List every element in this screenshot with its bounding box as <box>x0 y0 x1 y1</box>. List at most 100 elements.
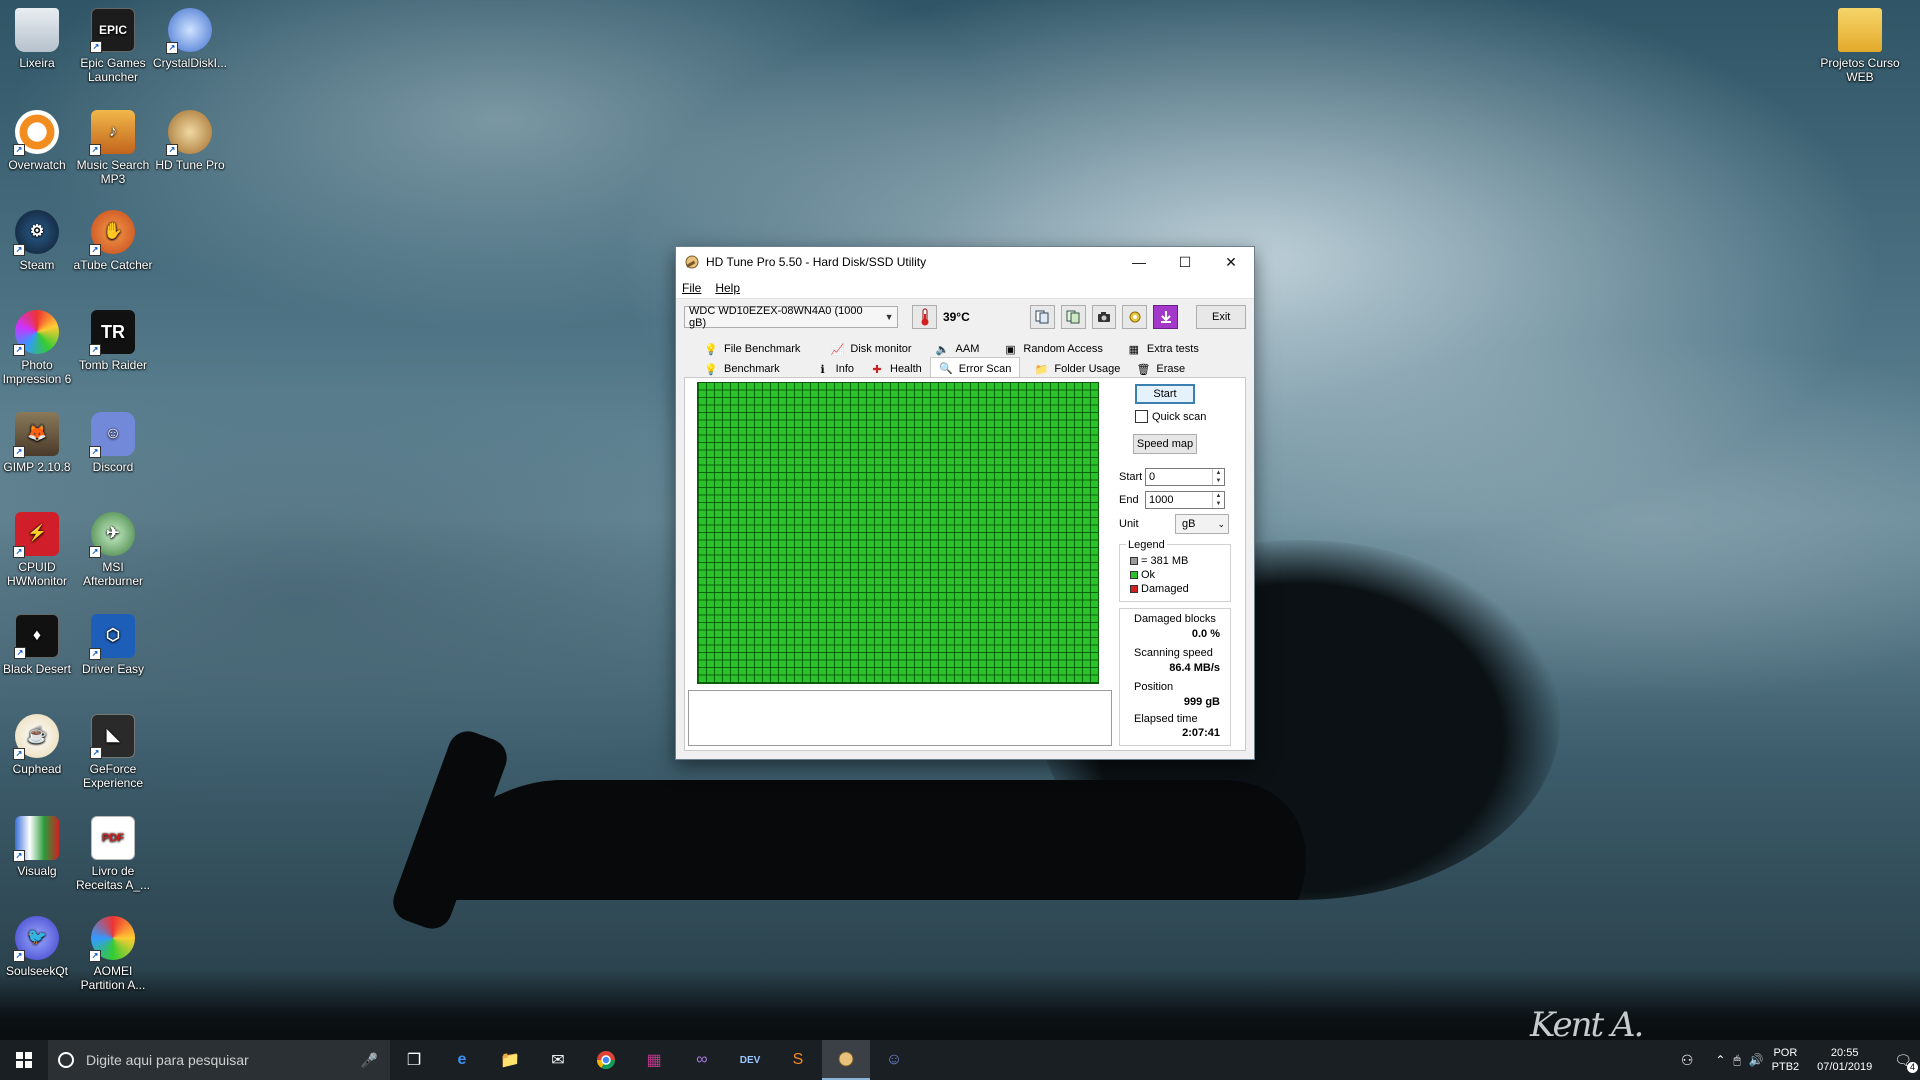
tab-label: Erase <box>1156 363 1186 375</box>
quick-scan-option[interactable]: Quick scan <box>1135 410 1206 423</box>
desktop-icon-crystaldisk[interactable]: ↗ CrystalDiskI... <box>150 8 230 70</box>
file-explorer-icon[interactable]: 📁 <box>486 1040 534 1080</box>
quick-scan-checkbox[interactable] <box>1135 410 1148 423</box>
tab-disk-monitor[interactable]: 📈 Disk monitor <box>822 339 919 359</box>
options-icon[interactable] <box>1122 305 1148 329</box>
input-language[interactable]: POR PTB2 <box>1772 1046 1800 1074</box>
sublime-text-icon[interactable]: S <box>774 1040 822 1080</box>
desktop-icon-livro[interactable]: PDF Livro de Receitas A_... <box>73 816 153 892</box>
chrome-icon[interactable] <box>582 1040 630 1080</box>
unit-select[interactable]: gB ⌄ <box>1175 514 1229 534</box>
desktop-icon-aomei[interactable]: ↗ AOMEI Partition A... <box>73 916 153 992</box>
taskbar: Digite aqui para pesquisar 🎤 ❐ e 📁 ✉ ▦ ∞… <box>0 1040 1920 1080</box>
tab-random-access[interactable]: ▣ Random Access <box>995 339 1110 359</box>
position-label: Position <box>1134 681 1174 693</box>
maximize-button[interactable]: ☐ <box>1162 247 1208 277</box>
desktop-icon-driver-easy[interactable]: ⬡ ↗ Driver Easy <box>73 614 153 676</box>
tab-label: Benchmark <box>724 363 780 375</box>
tab-file-benchmark[interactable]: 💡 File Benchmark <box>696 339 808 359</box>
file-benchmark-icon: 💡 <box>704 343 718 356</box>
scan-log-box[interactable] <box>688 690 1112 746</box>
desktop-icon-label: Overwatch <box>8 158 66 172</box>
desktop-icon-projetos[interactable]: Projetos Curso WEB <box>1820 8 1900 84</box>
desktop-icon-hdtune[interactable]: ↗ HD Tune Pro <box>150 110 230 172</box>
clock[interactable]: 20:55 07/01/2019 <box>1817 1046 1872 1074</box>
people-icon[interactable]: ⚇ <box>1681 1052 1694 1069</box>
desktop-icon-lixeira[interactable]: Lixeira <box>0 8 77 70</box>
discord-icon: ☺ ↗ <box>89 412 135 458</box>
chevron-up-icon[interactable]: ⌃ <box>1715 1053 1725 1067</box>
task-view-icon[interactable]: ❐ <box>390 1040 438 1080</box>
exit-button[interactable]: Exit <box>1196 305 1247 329</box>
spin-arrows-icon[interactable]: ▲ ▼ <box>1212 469 1224 485</box>
visual-studio-icon[interactable]: ∞ <box>678 1040 726 1080</box>
network-icon[interactable]: 🖱 <box>1733 1053 1740 1068</box>
spin-arrows-icon[interactable]: ▲ ▼ <box>1212 492 1224 508</box>
copy-all-button[interactable] <box>1060 305 1086 329</box>
steam-icon: ⚙ ↗ <box>13 210 59 256</box>
tab-label: Folder Usage <box>1054 363 1121 375</box>
desktop-icon-gimp[interactable]: 🦊 ↗ GIMP 2.10.8 <box>0 412 77 474</box>
menu-file[interactable]: File <box>682 281 701 295</box>
desktop-icon-cuphead[interactable]: ☕ ↗ Cuphead <box>0 714 77 776</box>
mail-icon[interactable]: ✉ <box>534 1040 582 1080</box>
tab-error-scan[interactable]: 🔍 Error Scan <box>929 357 1021 379</box>
winrar-icon[interactable]: ▦ <box>630 1040 678 1080</box>
tab-extra-tests[interactable]: ▦ Extra tests <box>1119 339 1207 359</box>
folder-usage-icon: 📁 <box>1034 363 1049 376</box>
start-windows-icon[interactable] <box>0 1040 48 1080</box>
desktop-icon-afterburner[interactable]: ✈ ↗ MSI Afterburner <box>73 512 153 588</box>
desktop-icon-hwmonitor[interactable]: ⚡ ↗ CPUID HWMonitor <box>0 512 77 588</box>
save-download-icon[interactable] <box>1153 305 1179 329</box>
dev-cpp-icon[interactable]: DEV <box>726 1040 774 1080</box>
desktop-icon-soulseek[interactable]: 🐦 ↗ SoulseekQt <box>0 916 77 978</box>
action-center-icon[interactable]: 🗨 4 <box>1894 1052 1918 1073</box>
visualg-icon: ↗ <box>13 816 59 862</box>
screenshot-camera-icon[interactable] <box>1091 305 1117 329</box>
discord-taskbar-icon[interactable]: ☺ <box>870 1040 918 1080</box>
desktop-icon-discord[interactable]: ☺ ↗ Discord <box>73 412 153 474</box>
tab-erase[interactable]: 🗑 Erase <box>1128 359 1193 379</box>
desktop-icon-label: MSI Afterburner <box>82 560 144 588</box>
volume-icon[interactable]: 🔊 <box>1749 1053 1764 1067</box>
desktop-icon-epic[interactable]: EPIC ↗ Epic Games Launcher <box>73 8 153 84</box>
system-tray: ⚇ ⌃ 🖱 🔊 POR PTB2 20:55 07/01/2019 🗨 4 <box>1681 1046 1920 1074</box>
photo-impression-icon: ↗ <box>13 310 59 356</box>
desktop-icon-label: aTube Catcher <box>73 258 153 272</box>
start-scan-button[interactable]: Start <box>1135 384 1195 404</box>
desktop-icon-black-desert[interactable]: ♦ ↗ Black Desert <box>0 614 77 676</box>
tab-folder-usage[interactable]: 📁 Folder Usage <box>1026 359 1128 379</box>
desktop-icon-visualg[interactable]: ↗ Visualg <box>0 816 77 878</box>
clock-time: 20:55 <box>1830 1047 1859 1059</box>
menu-help[interactable]: Help <box>715 281 740 295</box>
ime-layout: PTB2 <box>1771 1061 1800 1073</box>
desktop-icon-tomb-raider[interactable]: TR ↗ Tomb Raider <box>73 310 153 372</box>
hd-tune-taskbar-icon[interactable] <box>822 1040 870 1080</box>
desktop-icon-steam[interactable]: ⚙ ↗ Steam <box>0 210 77 272</box>
start-field-row: Start 0 ▲ ▼ <box>1119 468 1225 486</box>
tab-label: Disk monitor <box>850 343 912 355</box>
speed-map-button[interactable]: Speed map <box>1133 434 1197 454</box>
drive-select[interactable]: WDC WD10EZEX-08WN4A0 (1000 gB) ▼ <box>684 305 899 329</box>
end-spinbox[interactable]: 1000 ▲ ▼ <box>1145 491 1225 509</box>
tab-health[interactable]: ✚ Health <box>862 359 930 379</box>
desktop-icon-music-search[interactable]: ♪ ↗ Music Search MP3 <box>73 110 153 186</box>
tab-aam[interactable]: 🔈 AAM <box>928 339 988 359</box>
tab-info[interactable]: ℹ Info <box>808 359 862 379</box>
window-titlebar[interactable]: HD Tune Pro 5.50 - Hard Disk/SSD Utility… <box>676 247 1254 277</box>
desktop-icon-geforce[interactable]: ◣ ↗ GeForce Experience <box>73 714 153 790</box>
taskbar-search[interactable]: Digite aqui para pesquisar 🎤 <box>48 1040 390 1080</box>
desktop-icon-overwatch[interactable]: ↗ Overwatch <box>0 110 77 172</box>
tab-label: Extra tests <box>1146 343 1199 355</box>
tab-benchmark[interactable]: 💡 Benchmark <box>696 359 788 379</box>
desktop-icon-atube[interactable]: ✋ ↗ aTube Catcher <box>73 210 153 272</box>
minimize-button[interactable]: — <box>1116 247 1162 277</box>
copy-info-button[interactable] <box>1029 305 1055 329</box>
desktop-icon-label: CPUID HWMonitor <box>6 560 67 588</box>
start-spinbox[interactable]: 0 ▲ ▼ <box>1145 468 1225 486</box>
microphone-icon[interactable]: 🎤 <box>361 1052 378 1069</box>
desktop-icon-photo-impression[interactable]: ↗ Photo Impression 6 <box>0 310 77 386</box>
close-button[interactable]: ✕ <box>1208 247 1254 277</box>
edge-browser-icon[interactable]: e <box>438 1040 486 1080</box>
desktop-icon-label: Epic Games Launcher <box>80 56 146 84</box>
